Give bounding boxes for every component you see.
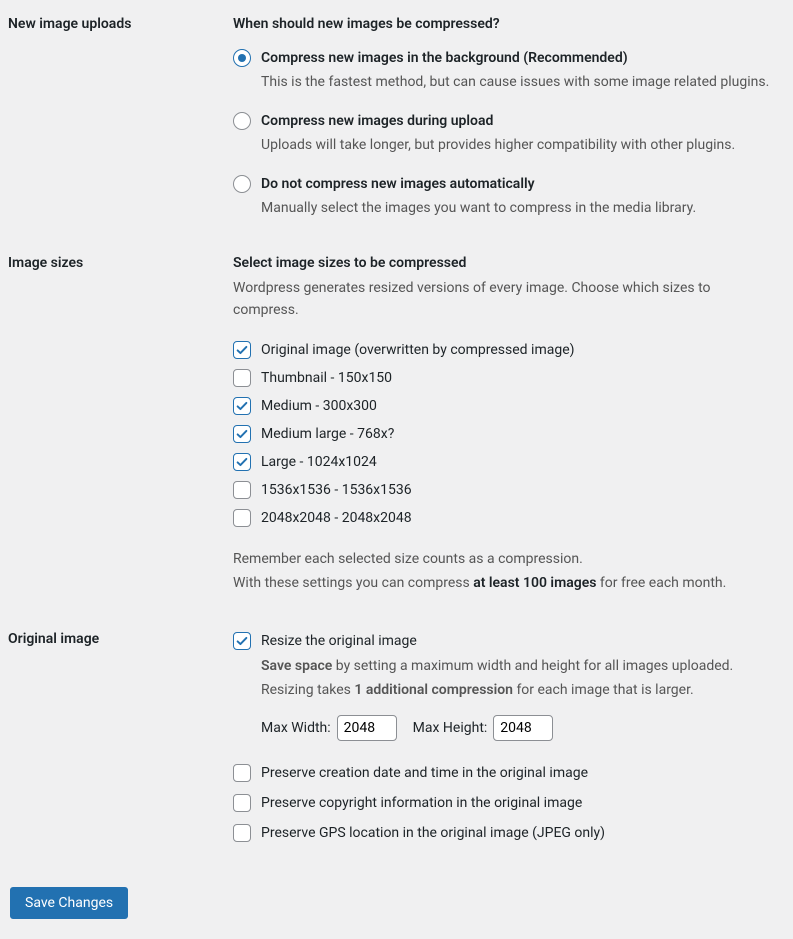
checkbox-size-4[interactable] — [233, 453, 251, 471]
radio-no-compress-label: Do not compress new images automatically — [261, 174, 535, 194]
radio-no-compress-desc: Manually select the images you want to c… — [261, 198, 775, 219]
maxw-label: Max Width: — [261, 720, 331, 736]
checkbox-size-0[interactable] — [233, 341, 251, 359]
size-label-4: Large - 1024x1024 — [261, 452, 377, 472]
checkbox-resize-original[interactable] — [233, 632, 251, 650]
checkbox-preserve-1[interactable] — [233, 794, 251, 812]
save-changes-button[interactable]: Save Changes — [10, 887, 128, 919]
preserve-label-1: Preserve copyright information in the or… — [261, 793, 582, 813]
size-label-5: 1536x1536 - 1536x1536 — [261, 480, 412, 500]
check-icon — [235, 455, 249, 469]
original-heading: Original image — [8, 623, 223, 881]
checkbox-size-1[interactable] — [233, 369, 251, 387]
check-icon — [235, 634, 249, 648]
check-icon — [235, 427, 249, 441]
checkbox-size-5[interactable] — [233, 481, 251, 499]
checkbox-size-3[interactable] — [233, 425, 251, 443]
size-label-3: Medium large - 768x? — [261, 424, 394, 444]
maxw-input[interactable] — [337, 715, 397, 741]
maxh-label: Max Height: — [413, 720, 488, 736]
radio-compress-upload[interactable] — [233, 112, 251, 130]
radio-compress-background[interactable] — [233, 49, 251, 67]
maxh-input[interactable] — [493, 715, 553, 741]
preserve-label-0: Preserve creation date and time in the o… — [261, 763, 588, 783]
check-icon — [235, 399, 249, 413]
sizes-title: Select image sizes to be compressed — [233, 255, 775, 271]
uploads-heading: New image uploads — [8, 8, 223, 247]
size-label-0: Original image (overwritten by compresse… — [261, 340, 575, 360]
check-icon — [235, 343, 249, 357]
sizes-heading: Image sizes — [8, 247, 223, 623]
radio-compress-background-desc: This is the fastest method, but can caus… — [261, 72, 775, 93]
resize-original-label: Resize the original image — [261, 631, 417, 651]
preserve-label-2: Preserve GPS location in the original im… — [261, 823, 605, 843]
checkbox-preserve-0[interactable] — [233, 764, 251, 782]
checkbox-size-6[interactable] — [233, 509, 251, 527]
radio-no-compress[interactable] — [233, 175, 251, 193]
remember-line1: Remember each selected size counts as a … — [233, 548, 775, 572]
radio-compress-upload-desc: Uploads will take longer, but provides h… — [261, 135, 775, 156]
checkbox-size-2[interactable] — [233, 397, 251, 415]
sizes-sub: Wordpress generates resized versions of … — [233, 277, 775, 322]
size-label-1: Thumbnail - 150x150 — [261, 368, 392, 388]
radio-compress-upload-label: Compress new images during upload — [261, 111, 493, 131]
size-label-2: Medium - 300x300 — [261, 396, 377, 416]
remember-line2: With these settings you can compress at … — [233, 572, 775, 596]
resize-desc: Save space by setting a maximum width an… — [261, 655, 775, 703]
size-label-6: 2048x2048 - 2048x2048 — [261, 508, 412, 528]
radio-compress-background-label: Compress new images in the background (R… — [261, 48, 628, 68]
checkbox-preserve-2[interactable] — [233, 824, 251, 842]
uploads-question: When should new images be compressed? — [233, 16, 775, 32]
